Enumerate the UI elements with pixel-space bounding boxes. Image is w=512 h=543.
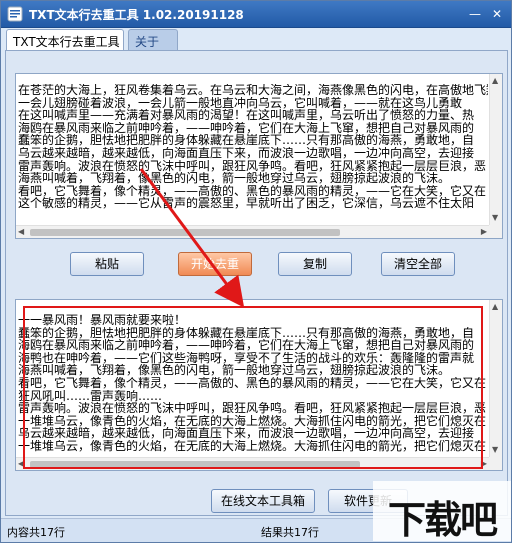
scroll-up-icon[interactable]: ▲	[492, 76, 498, 86]
output-line: 狂风吼叫……雷声轰响……	[18, 389, 163, 403]
tab-about[interactable]: 关于	[128, 29, 178, 50]
app-window: TXT文本行去重工具 1.02.20191128 — ✕ TXT文本行去重工具 …	[0, 0, 512, 543]
close-icon[interactable]: ✕	[489, 6, 505, 22]
tab-dedupe-tool[interactable]: TXT文本行去重工具	[6, 29, 124, 51]
scroll-thumb[interactable]	[30, 461, 360, 468]
input-line: 一会儿翅膀碰着波浪，一会儿箭一般地直冲向乌云，它叫喊着，——就在这鸟儿勇敢	[18, 96, 463, 110]
main-panel: 在苍茫的大海上，狂风卷集着乌云。在乌云和大海之间，海燕像黑色的闪电，在高傲地飞翔…	[5, 50, 508, 516]
output-line: 一堆堆乌云，像青色的火焰，在无底的大海上燃烧。大海抓住闪电的箭光，把它们熄灭在	[18, 414, 487, 428]
input-line: 乌云越来越暗，越来越低，向海面直压下来，而波浪一边歌唱，一边冲向高空，去迎接	[18, 146, 475, 160]
output-line: 乌云越来越暗，越来越低，向海面直压下来，而波浪一边歌唱，一边冲向高空，去迎接	[18, 427, 475, 440]
output-line: 海鸥在暴风雨来临之前呻吟着，——呻吟着，它们在大海上飞窜，想把自己对暴风雨的	[18, 339, 475, 352]
output-vertical-scrollbar[interactable]: ▲ ▼	[489, 300, 502, 457]
scroll-up-icon[interactable]: ▲	[492, 302, 498, 312]
output-line: 看吧，它飞舞着，像个精灵，——高傲的、黑色的暴风雨的精灵，——它在大笑，它又在	[18, 376, 487, 390]
input-horizontal-scrollbar[interactable]: ◀ ▶	[16, 225, 489, 238]
scroll-left-icon[interactable]: ◀	[18, 227, 24, 237]
scroll-corner	[489, 457, 502, 470]
input-line: 蠢笨的企鹅，胆怯地把肥胖的身体躲藏在悬崖底下……只有那高傲的海燕，勇敢地，自	[18, 134, 475, 147]
input-line: 在这叫喊声里——充满着对暴风雨的渴望！在这叫喊声里，乌云听出了愤怒的力量、热	[18, 109, 475, 122]
input-line: 雷声轰响。波浪在愤怒的飞沫中呼叫，跟狂风争鸣。看吧，狂风紧紧抱起一层层巨浪，恶	[18, 159, 487, 173]
online-text-toolbox-button[interactable]: 在线文本工具箱	[211, 489, 315, 513]
scroll-right-icon[interactable]: ▶	[481, 227, 487, 237]
watermark-text: 下载吧	[387, 498, 498, 542]
scroll-left-icon[interactable]: ◀	[18, 459, 24, 469]
output-textarea[interactable]: 一一暴风雨！暴风雨就要来啦！ 蠢笨的企鹅，胆怯地把肥胖的身体躲藏在悬崖底下……只…	[15, 299, 503, 471]
scroll-right-icon[interactable]: ▶	[481, 459, 487, 469]
title-bar: TXT文本行去重工具 1.02.20191128 — ✕	[1, 1, 511, 28]
output-line: 海燕叫喊着，飞翔着，像黑色的闪电，箭一般地穿过乌云，翅膀掠起波浪的飞沫。	[18, 364, 451, 377]
watermark-logo: 下载吧	[373, 481, 511, 542]
input-line: 这个敏感的精灵，——它从雷声的震怒里，早就听出了困乏，它深信，乌云遮不住太阳	[18, 197, 475, 210]
scroll-down-icon[interactable]: ▼	[492, 445, 498, 455]
minimize-icon[interactable]: —	[467, 6, 483, 22]
window-title: TXT文本行去重工具 1.02.20191128	[29, 8, 244, 22]
content-line-count: 内容共17行	[7, 526, 65, 539]
input-vertical-scrollbar[interactable]: ▲ ▼	[489, 74, 502, 225]
paste-button[interactable]: 粘贴	[70, 252, 144, 276]
input-line: 看吧，它飞舞着，像个精灵，——高傲的、黑色的暴风雨的精灵，——它在大笑，它又在	[18, 184, 487, 198]
output-text-content: 一一暴风雨！暴风雨就要来啦！ 蠢笨的企鹅，胆怯地把肥胖的身体躲藏在悬崖底下……只…	[18, 314, 488, 456]
output-line: 海鸭也在呻吟着，——它们这些海鸭呀，享受不了生活的战斗的欢乐：轰隆隆的雷声就	[18, 351, 475, 365]
output-horizontal-scrollbar[interactable]: ◀ ▶	[16, 457, 489, 470]
input-text-content: 在苍茫的大海上，狂风卷集着乌云。在乌云和大海之间，海燕像黑色的闪电，在高傲地飞翔…	[18, 84, 488, 224]
output-line: 雷声轰响。波浪在愤怒的飞沫中呼叫，跟狂风争鸣。看吧，狂风紧紧抱起一层层巨浪，恶	[18, 402, 487, 415]
input-line: 海燕叫喊着，飞翔着，像黑色的闪电，箭一般地穿过乌云，翅膀掠起波浪的飞沫。	[18, 172, 451, 185]
copy-button[interactable]: 复制	[278, 252, 352, 276]
input-line: 在苍茫的大海上，狂风卷集着乌云。在乌云和大海之间，海燕像黑色的闪电，在高傲地飞翔	[18, 84, 488, 97]
output-line: 一堆堆乌云，像青色的火焰，在无底的大海上燃烧。大海抓住闪电的箭光，把它们熄灭在	[18, 439, 487, 453]
scroll-down-icon[interactable]: ▼	[492, 213, 498, 223]
result-line-count: 结果共17行	[261, 526, 319, 539]
scroll-thumb[interactable]	[30, 229, 340, 236]
output-line: 蠢笨的企鹅，胆怯地把肥胖的身体躲藏在悬崖底下……只有那高傲的海燕，勇敢地，自	[18, 326, 475, 340]
input-line: 海鸥在暴风雨来临之前呻吟着，——呻吟着，它们在大海上飞窜，想把自己对暴风雨的	[18, 121, 475, 135]
start-dedupe-button[interactable]: 开始去重	[178, 252, 252, 276]
output-line: 一一暴风雨！暴风雨就要来啦！	[18, 314, 187, 327]
app-icon	[7, 6, 23, 22]
scroll-corner	[489, 225, 502, 238]
clear-all-button[interactable]: 清空全部	[381, 252, 455, 276]
input-textarea[interactable]: 在苍茫的大海上，狂风卷集着乌云。在乌云和大海之间，海燕像黑色的闪电，在高傲地飞翔…	[15, 73, 503, 239]
